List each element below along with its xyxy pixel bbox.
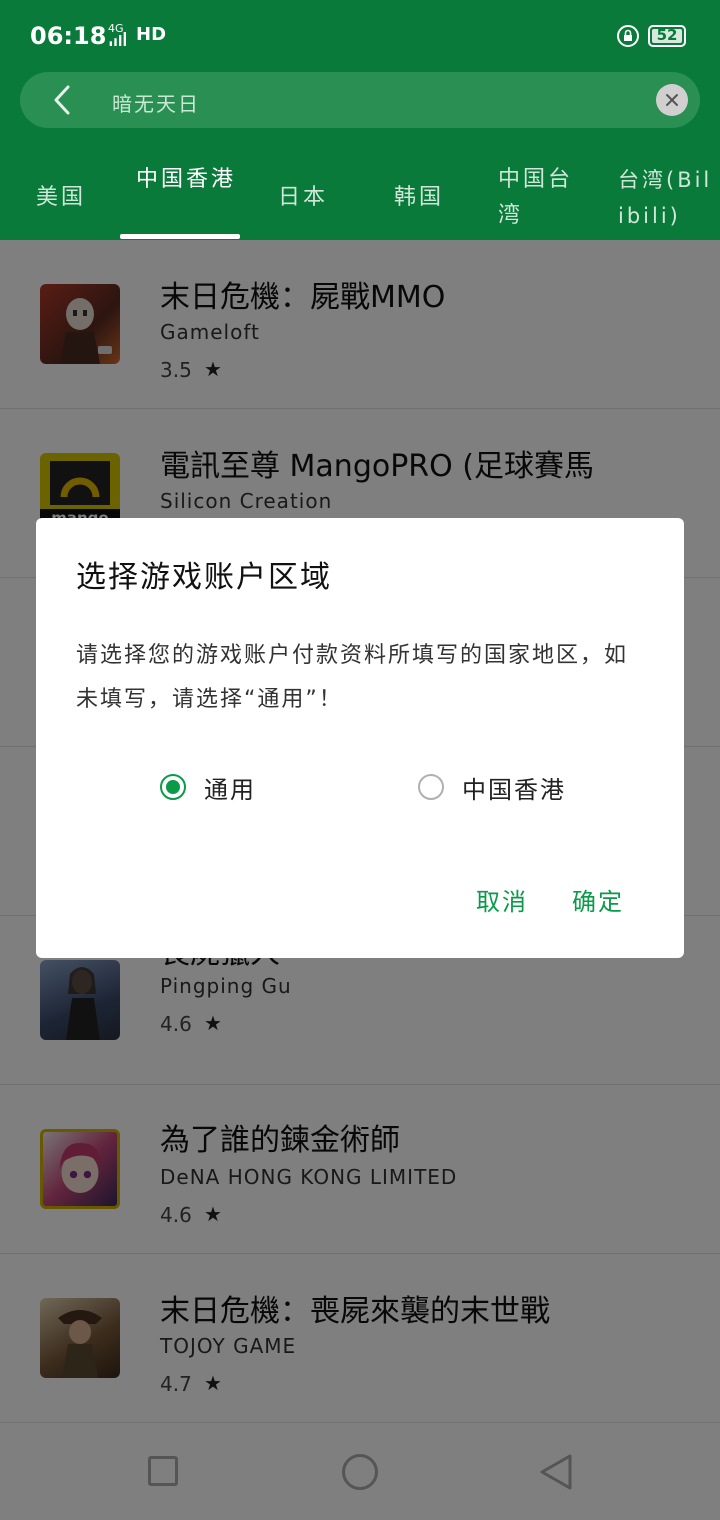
radio-label: 通用 xyxy=(204,776,256,804)
nav-home-icon[interactable] xyxy=(342,1454,378,1490)
search-input[interactable]: 暗无天日 xyxy=(112,88,200,117)
battery-icon: 52 xyxy=(648,25,686,47)
tab-taiwan[interactable]: 中国台湾 xyxy=(498,162,582,234)
system-nav-bar xyxy=(0,1424,720,1520)
back-arrow-icon[interactable] xyxy=(50,84,74,116)
tab-us[interactable]: 美国 xyxy=(36,180,86,216)
rotation-lock-icon xyxy=(617,25,639,47)
app-header: 06:18 4G HD 52 暗无天日 美国 中国香港 日本 韩国 中国台湾 台… xyxy=(0,0,720,240)
tab-label: 美国 xyxy=(36,185,87,210)
tab-label: 中国香港 xyxy=(136,167,237,192)
cancel-button[interactable]: 取消 xyxy=(476,882,528,917)
radio-icon[interactable] xyxy=(418,774,444,800)
tab-label: 台湾(Bilibili) xyxy=(618,168,713,228)
tab-indicator xyxy=(120,234,240,239)
nav-back-icon[interactable] xyxy=(538,1452,574,1492)
hd-indicator: HD xyxy=(136,24,167,45)
clear-icon xyxy=(666,94,678,106)
confirm-button[interactable]: 确定 xyxy=(572,882,624,917)
signal-icon xyxy=(109,32,126,46)
region-tabs: 美国 中国香港 日本 韩国 中国台湾 台湾(Bilibili) xyxy=(0,150,720,240)
dialog-message: 请选择您的游戏账户付款资料所填写的国家地区，如未填写，请选择“通用”！ xyxy=(76,643,629,712)
tab-label: 日本 xyxy=(278,185,329,210)
nav-square-icon[interactable] xyxy=(148,1456,178,1486)
tab-japan[interactable]: 日本 xyxy=(278,180,328,216)
radio-icon[interactable] xyxy=(160,774,186,800)
clear-search-button[interactable] xyxy=(656,84,688,116)
tab-label: 韩国 xyxy=(394,185,445,210)
tab-label: 中国台湾 xyxy=(498,167,574,228)
dialog-title: 选择游戏账户区域 xyxy=(76,560,332,595)
status-bar: 06:18 4G HD 52 xyxy=(0,0,720,72)
status-time: 06:18 xyxy=(30,22,107,50)
region-select-dialog: 选择游戏账户区域 请选择您的游戏账户付款资料所填写的国家地区，如未填写，请选择“… xyxy=(36,518,684,958)
tab-taiwan-bilibili[interactable]: 台湾(Bilibili) xyxy=(618,162,718,234)
radio-label: 中国香港 xyxy=(462,776,566,804)
tab-hong-kong[interactable]: 中国香港 xyxy=(136,162,236,198)
battery-level: 52 xyxy=(656,26,678,44)
tab-korea[interactable]: 韩国 xyxy=(394,180,444,216)
search-bar[interactable]: 暗无天日 xyxy=(20,72,700,128)
